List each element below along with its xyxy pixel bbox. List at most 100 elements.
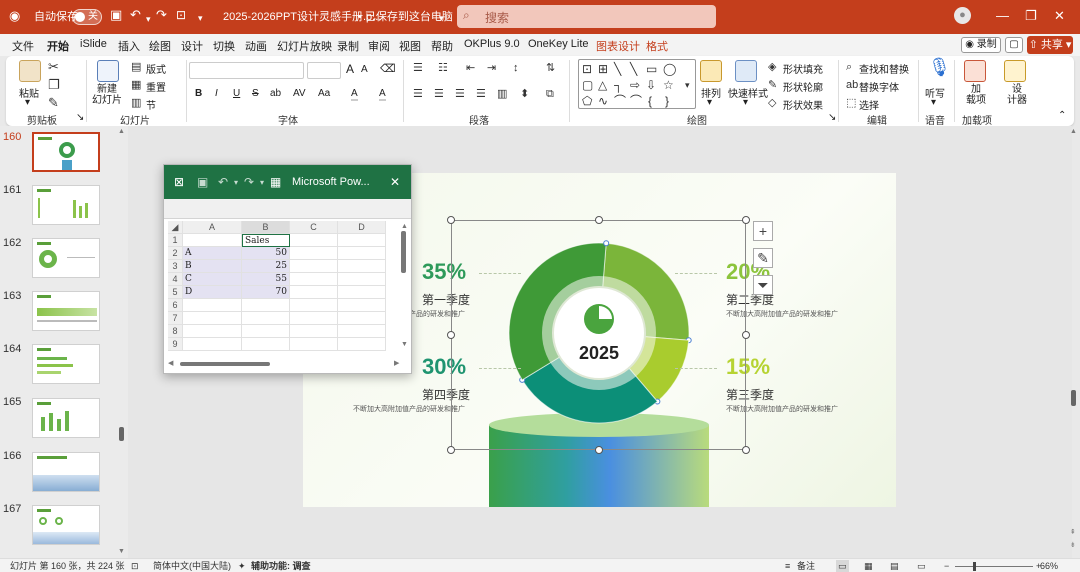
text-direction-icon[interactable]: ⇅: [546, 61, 555, 75]
tab-record[interactable]: 录制: [337, 38, 359, 54]
freeform-shape-icon[interactable]: ∿: [598, 94, 608, 108]
resize-handle-top-left[interactable]: [447, 216, 455, 224]
spreadsheet-cell[interactable]: [338, 247, 386, 260]
resize-handle-top-right[interactable]: [742, 216, 750, 224]
row-header[interactable]: 1: [168, 234, 183, 247]
spreadsheet-cell[interactable]: C: [183, 273, 242, 286]
pentagon-shape-icon[interactable]: ⬠: [582, 94, 592, 108]
excel-redo-icon[interactable]: ↷: [244, 175, 254, 189]
notes-button[interactable]: 备注: [797, 560, 815, 572]
align-right-icon[interactable]: ☰: [455, 87, 465, 101]
comment-button[interactable]: ▢: [1005, 37, 1023, 53]
column-header[interactable]: A: [183, 221, 242, 234]
spreadsheet-cell[interactable]: D: [183, 286, 242, 299]
spreadsheet-cell[interactable]: [183, 299, 242, 312]
resize-handle-bottom[interactable]: [595, 446, 603, 454]
spreadsheet-cell[interactable]: [242, 299, 290, 312]
spreadsheet-cell[interactable]: [183, 234, 242, 247]
shape-effects-label[interactable]: 形状效果: [783, 97, 823, 112]
chart-selection-box[interactable]: [451, 220, 746, 450]
canvas-scrollbar[interactable]: [1071, 390, 1076, 406]
highlight-button[interactable]: A: [351, 88, 358, 101]
excel-undo-dropdown-icon[interactable]: ▾: [234, 178, 238, 187]
sheet-scroll-right-icon[interactable]: ▶: [394, 359, 399, 367]
accessibility-status[interactable]: 辅助功能: 调查: [251, 560, 311, 572]
rounded-rect-shape-icon[interactable]: ▢: [582, 78, 593, 92]
excel-redo-dropdown-icon[interactable]: ▾: [260, 178, 264, 187]
quick-styles-icon[interactable]: [735, 60, 757, 82]
bullets-icon[interactable]: ☰: [413, 61, 423, 75]
addins-icon[interactable]: [964, 60, 986, 82]
slide-thumbnail-166[interactable]: [32, 452, 100, 492]
autosave-toggle[interactable]: 关: [72, 9, 102, 25]
slide-thumbnail-165[interactable]: [32, 398, 100, 438]
spreadsheet-cell[interactable]: [338, 260, 386, 273]
column-header[interactable]: B: [242, 221, 290, 234]
chart-data-close-icon[interactable]: ✕: [390, 175, 400, 189]
zoom-level[interactable]: 66%: [1040, 560, 1058, 572]
spacing-button[interactable]: AV: [293, 88, 306, 99]
spreadsheet-cell[interactable]: [242, 338, 290, 351]
font-size-input[interactable]: [307, 62, 341, 79]
spreadsheet-cell[interactable]: [290, 260, 338, 273]
canvas-prev-slide-icon[interactable]: ⇞: [1070, 528, 1076, 536]
new-slide-icon[interactable]: [97, 60, 119, 82]
resize-handle-bottom-right[interactable]: [742, 446, 750, 454]
italic-button[interactable]: I: [215, 88, 218, 99]
curve-shape-icon[interactable]: ⌒: [614, 94, 626, 108]
chart-elements-button[interactable]: +: [753, 221, 773, 241]
tab-view[interactable]: 视图: [399, 38, 421, 54]
spreadsheet-cell[interactable]: [338, 273, 386, 286]
star-shape-icon[interactable]: ☆: [663, 78, 674, 92]
slide-panel-scrollbar[interactable]: [119, 427, 124, 441]
column-header[interactable]: C: [290, 221, 338, 234]
save-status-dropdown-icon[interactable]: ▾: [439, 10, 444, 26]
tab-onekey[interactable]: OneKey Lite: [528, 38, 589, 50]
row-header[interactable]: 8: [168, 325, 183, 338]
justify-icon[interactable]: ☰: [476, 87, 486, 101]
clipboard-launcher-icon[interactable]: ↘: [76, 112, 84, 123]
spreadsheet-cell[interactable]: [290, 325, 338, 338]
select-icon[interactable]: ⬚: [846, 96, 856, 110]
paste-dropdown-icon[interactable]: ▾: [25, 97, 30, 108]
line-shape-icon[interactable]: ╲: [614, 62, 621, 76]
strikethrough-button[interactable]: S: [252, 88, 259, 99]
spreadsheet-cell[interactable]: [290, 299, 338, 312]
zoom-slider-thumb[interactable]: [973, 562, 976, 571]
slide-sorter-icon[interactable]: ▦: [864, 560, 873, 572]
spreadsheet-cell[interactable]: A: [183, 247, 242, 260]
chart-styles-button[interactable]: ✎: [753, 248, 773, 268]
spreadsheet-cell[interactable]: [290, 338, 338, 351]
designer-label[interactable]: 设 计器: [1007, 84, 1027, 106]
arrange-dropdown-icon[interactable]: ▾: [707, 97, 712, 108]
chart-data-window[interactable]: ⊠ ▣ ↶ ▾ ↷ ▾ ▦ Microsoft Pow... ✕ ◢ A B C…: [163, 164, 412, 374]
tab-transitions[interactable]: 切换: [213, 38, 235, 54]
increase-font-icon[interactable]: A: [346, 62, 354, 76]
spreadsheet-cell[interactable]: [290, 312, 338, 325]
rectangle-shape-icon[interactable]: ▭: [646, 62, 657, 76]
spreadsheet-cell[interactable]: 50: [242, 247, 290, 260]
record-button[interactable]: ◉ 录制: [961, 37, 1001, 53]
slide-thumbnail-161[interactable]: [32, 185, 100, 225]
slide-thumbnail-163[interactable]: [32, 291, 100, 331]
spreadsheet-cell[interactable]: Sales: [242, 234, 290, 247]
section-icon[interactable]: ▥: [131, 96, 141, 110]
tab-format[interactable]: 格式: [646, 38, 668, 54]
find-icon[interactable]: ⌕: [846, 60, 852, 74]
panel-scroll-up-icon[interactable]: ▲: [118, 128, 125, 135]
decrease-font-icon[interactable]: A: [361, 64, 368, 75]
row-header[interactable]: 7: [168, 312, 183, 325]
format-painter-icon[interactable]: ✎: [48, 96, 59, 110]
spreadsheet-cell[interactable]: 70: [242, 286, 290, 299]
edit-in-excel-icon[interactable]: ▦: [270, 175, 281, 189]
proofing-icon[interactable]: ⊡: [131, 560, 139, 572]
font-name-input[interactable]: [189, 62, 304, 79]
more-shapes-icon[interactable]: ▾: [685, 78, 690, 92]
drawing-launcher-icon[interactable]: ↘: [828, 112, 836, 123]
zoom-slider[interactable]: [955, 566, 1033, 567]
tab-file[interactable]: 文件: [12, 38, 34, 54]
row-header[interactable]: 9: [168, 338, 183, 351]
sheet-scroll-down-icon[interactable]: ▼: [401, 341, 408, 348]
select-label[interactable]: 选择: [859, 97, 879, 112]
underline-button[interactable]: U: [233, 88, 240, 99]
